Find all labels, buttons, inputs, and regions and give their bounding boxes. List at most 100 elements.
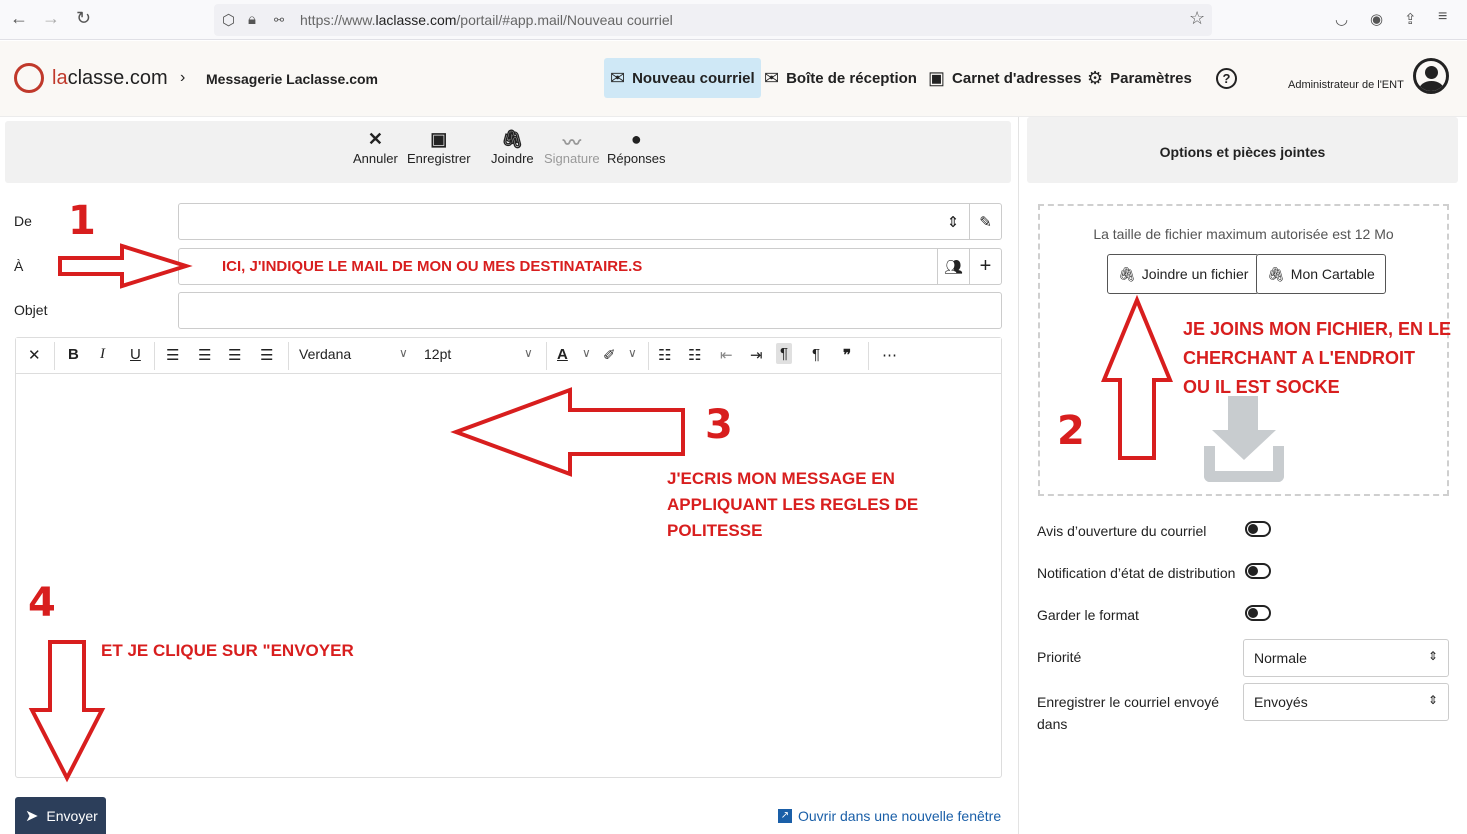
font-family-select[interactable]: Verdana <box>299 346 351 362</box>
comment-icon: ● <box>630 129 642 149</box>
bold-icon[interactable]: B <box>68 346 79 363</box>
address-bar[interactable]: ⬡ 🔒︎ ⚯ https://www.laclasse.com/portail/… <box>214 4 1212 36</box>
side-panel-header: Options et pièces jointes <box>1027 117 1458 183</box>
send-button[interactable]: ➤ Envoyer <box>15 797 106 834</box>
highlight-icon[interactable]: ✐ <box>603 346 616 364</box>
users-icon[interactable]: 👥︎ <box>937 249 969 284</box>
chevron-down-icon[interactable]: ∨ <box>524 346 533 360</box>
read-receipt-toggle[interactable] <box>1245 521 1271 537</box>
indent-icon[interactable]: ⇥ <box>750 346 763 364</box>
close-icon: ✕ <box>367 129 383 149</box>
nav-contacts[interactable]: ▣ Carnet d'adresses <box>922 58 1087 98</box>
align-right-icon[interactable]: ☰ <box>228 346 241 364</box>
address-book-icon: ▣ <box>928 67 946 88</box>
font-size-select[interactable]: 12pt <box>424 346 451 362</box>
nav-new-mail[interactable]: ✉ Nouveau courriel <box>604 58 761 98</box>
annotation-text: J'ECRIS MON MESSAGE EN APPLIQUANT LES REG… <box>667 469 919 540</box>
underline-icon[interactable]: U <box>130 346 141 363</box>
chevron-right-icon: › <box>180 69 186 86</box>
text-color-icon[interactable]: A <box>557 346 568 363</box>
sort-icon: ⇕ <box>1427 649 1438 663</box>
browser-toolbar: ← → ↻ ⬡ 🔒︎ ⚯ https://www.laclasse.com/po… <box>0 0 1467 40</box>
priority-label: Priorité <box>1037 649 1082 665</box>
priority-select[interactable]: Normale ⇕ <box>1243 639 1449 677</box>
account-icon[interactable]: ◉ <box>1370 10 1383 28</box>
annotation-number: 3 <box>705 402 733 448</box>
back-arrow-icon[interactable]: ← <box>10 8 28 29</box>
gear-icon: ⚙ <box>1087 67 1104 88</box>
to-label: À <box>14 258 24 274</box>
nav-settings[interactable]: ⚙ Paramètres <box>1081 58 1198 98</box>
paper-plane-icon: ➤ <box>25 807 39 825</box>
floppy-icon: ▣ <box>430 129 448 149</box>
editor-toolbar: ✕ B I U ☰ ☰ ☰ ☰ Verdana ∨ 12pt ∨ A ∨ ✐ ∨… <box>16 338 1001 374</box>
bookmark-star-icon[interactable]: ☆ <box>1189 8 1205 29</box>
attach-button[interactable]: 🖇︎ Joindre <box>491 129 534 166</box>
from-select[interactable]: ⇕ ✎ <box>178 203 1002 240</box>
outdent-icon[interactable]: ⇤ <box>720 346 733 364</box>
avatar[interactable] <box>1413 58 1449 94</box>
logo-text[interactable]: laclasse.com <box>52 67 168 90</box>
delivery-notification-label: Notification d’état de distribution <box>1037 565 1236 581</box>
sort-icon[interactable]: ⇕ <box>937 204 969 239</box>
menu-icon[interactable]: ≡ <box>1438 8 1447 26</box>
align-justify-icon[interactable]: ☰ <box>260 346 273 364</box>
open-new-window-link[interactable]: ↗ Ouvrir dans une nouvelle fenêtre <box>778 808 1001 824</box>
bullet-list-icon[interactable]: ☷ <box>658 346 671 364</box>
envelope-icon: ✉ <box>764 67 780 88</box>
chevron-down-icon[interactable]: ∨ <box>399 346 408 360</box>
side-panel-title: Options et pièces jointes <box>1159 144 1326 160</box>
subject-label: Objet <box>14 302 48 318</box>
annotation-number: 4 <box>28 580 56 626</box>
more-icon[interactable]: ⋯ <box>882 346 897 364</box>
rtl-icon[interactable]: ¶ <box>812 346 820 363</box>
nav-inbox[interactable]: ✉ Boîte de réception <box>758 58 923 98</box>
shield-icon: ⬡ <box>222 12 236 29</box>
app-header: laclasse.com › Messagerie Laclasse.com ✉… <box>0 41 1467 117</box>
arrow-right <box>58 243 193 289</box>
new-mail-icon: ✉ <box>610 67 626 88</box>
annotation-text: ET JE CLIQUE SUR "ENVOYER <box>101 641 354 660</box>
ltr-icon[interactable]: ¶ <box>776 343 793 364</box>
pocket-icon[interactable]: ◡ <box>1335 10 1348 28</box>
download-icon <box>1204 396 1284 484</box>
chevron-down-icon[interactable]: ∨ <box>582 346 591 360</box>
my-cartable-button[interactable]: 🖇︎ Mon Cartable <box>1256 254 1386 294</box>
annotation-number: 1 <box>68 198 96 244</box>
blockquote-icon[interactable]: ❞ <box>843 346 851 364</box>
paperclip-icon: 🖇︎ <box>500 129 524 149</box>
message-editor[interactable]: ✕ B I U ☰ ☰ ☰ ☰ Verdana ∨ 12pt ∨ A ∨ ✐ ∨… <box>15 337 1002 778</box>
reload-icon[interactable]: ↻ <box>76 8 91 29</box>
annotation-text: ICI, J'INDIQUE LE MAIL DE MON OU MES DES… <box>222 258 643 275</box>
user-name[interactable]: Administrateur de l'ENT <box>1288 79 1404 91</box>
signature-button[interactable]: 〰 Signature <box>544 129 600 166</box>
pencil-icon[interactable]: ✎ <box>969 204 1001 239</box>
share-icon[interactable]: ⇪ <box>1404 10 1417 28</box>
keep-format-toggle[interactable] <box>1245 605 1271 621</box>
plus-icon[interactable]: + <box>969 249 1001 284</box>
cancel-button[interactable]: ✕ Annuler <box>353 129 398 166</box>
save-button[interactable]: ▣ Enregistrer <box>407 129 471 166</box>
subject-field[interactable] <box>178 292 1002 329</box>
save-sent-label: Enregistrer le courriel envoyé dans <box>1037 694 1220 732</box>
align-left-icon[interactable]: ☰ <box>166 346 179 364</box>
laclasse-logo-icon <box>14 63 44 93</box>
breadcrumb[interactable]: Messagerie Laclasse.com <box>206 71 378 87</box>
max-size-text: La taille de fichier maximum autorisée e… <box>1093 226 1394 242</box>
paperclip-icon: 🖇︎ <box>1118 265 1136 282</box>
read-receipt-label: Avis d’ouverture du courriel <box>1037 523 1207 539</box>
url-text: https://www.laclasse.com/portail/#app.ma… <box>300 12 673 28</box>
responses-button[interactable]: ● Réponses <box>607 129 666 166</box>
italic-icon[interactable]: I <box>100 346 105 363</box>
clear-format-icon[interactable]: ✕ <box>28 346 41 364</box>
annotation-text: JE JOINS MON FICHIER, EN LE CHERCHANT A L… <box>1183 319 1452 397</box>
external-link-icon: ↗ <box>778 809 792 823</box>
help-button[interactable]: ? <box>1210 58 1243 98</box>
forward-arrow-icon[interactable]: → <box>42 8 60 29</box>
attach-file-button[interactable]: 🖇︎ Joindre un fichier <box>1107 254 1260 294</box>
chevron-down-icon[interactable]: ∨ <box>628 346 637 360</box>
align-center-icon[interactable]: ☰ <box>198 346 211 364</box>
save-sent-select[interactable]: Envoyés ⇕ <box>1243 683 1449 721</box>
delivery-notification-toggle[interactable] <box>1245 563 1271 579</box>
numbered-list-icon[interactable]: ☷ <box>688 346 701 364</box>
